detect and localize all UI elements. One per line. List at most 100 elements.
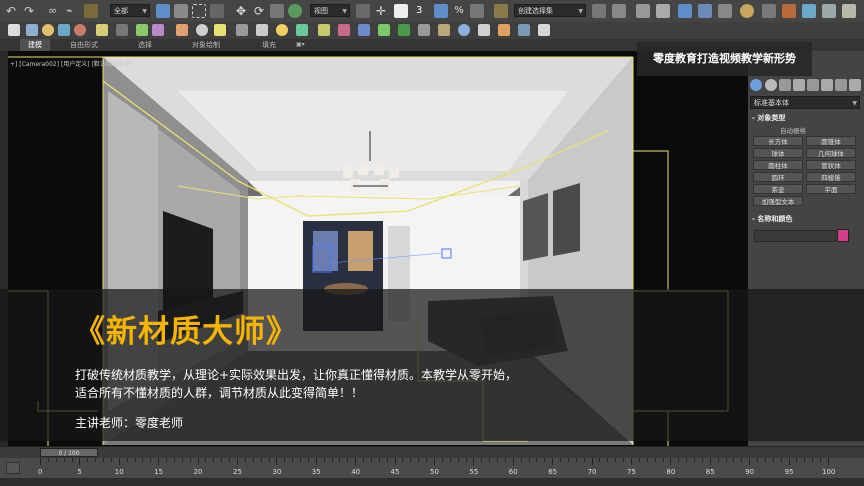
pyramid-button[interactable]: 四棱锥: [806, 172, 856, 182]
move-icon[interactable]: ✥: [234, 4, 248, 18]
camera-icon[interactable]: [116, 24, 128, 36]
object-category-dropdown[interactable]: 标准基本体 ▼: [750, 96, 860, 109]
patch-grid-icon[interactable]: [256, 24, 268, 36]
ribbon-toggle-icon[interactable]: [678, 4, 692, 18]
render-production-icon[interactable]: [802, 4, 816, 18]
create-object-icon[interactable]: [8, 24, 20, 36]
lights-icon[interactable]: [793, 79, 805, 91]
render-iterative-icon[interactable]: [822, 4, 836, 18]
select-object-icon[interactable]: [156, 4, 170, 18]
spinner-snap-icon[interactable]: [470, 4, 484, 18]
create-tab-icon[interactable]: [750, 79, 762, 91]
rotate-icon[interactable]: ⟳: [252, 4, 266, 18]
place-icon[interactable]: [288, 4, 302, 18]
dynamics-icon[interactable]: [296, 24, 308, 36]
plugin-icon[interactable]: [538, 24, 550, 36]
name-color-header[interactable]: - 名称和颜色: [752, 214, 792, 224]
window-crossing-icon[interactable]: [210, 4, 224, 18]
helper-icon[interactable]: [136, 24, 148, 36]
autogrid-checkbox[interactable]: 自动栅格: [780, 125, 806, 135]
reference-coordinate-dropdown[interactable]: 视图 ▼: [310, 4, 350, 17]
modifier-icon[interactable]: [176, 24, 188, 36]
tab-object-paint[interactable]: 对象绘制: [192, 39, 220, 51]
torus-primitive-icon[interactable]: [74, 24, 86, 36]
tab-modeling[interactable]: 建模: [20, 39, 50, 51]
scale-icon[interactable]: [270, 4, 284, 18]
render-sphere-icon[interactable]: [458, 24, 470, 36]
tube-button[interactable]: 管状体: [806, 160, 856, 170]
render-setup-icon[interactable]: [762, 4, 776, 18]
cameras-icon[interactable]: [807, 79, 819, 91]
geosphere-button[interactable]: 几何球体: [806, 148, 856, 158]
redo-icon[interactable]: ↷: [24, 4, 38, 18]
tab-populate[interactable]: 填充: [262, 39, 276, 51]
material-editor-icon[interactable]: [740, 4, 754, 18]
mirror-icon[interactable]: [592, 4, 606, 18]
select-manipulate-icon[interactable]: ✛: [374, 4, 388, 18]
sphere-button[interactable]: 球体: [753, 148, 803, 158]
railing-icon[interactable]: [418, 24, 430, 36]
object-color-swatch[interactable]: [837, 229, 849, 242]
object-type-header[interactable]: - 对象类型: [752, 113, 785, 123]
plane-button[interactable]: 平面: [806, 184, 856, 194]
geometry-icon[interactable]: [765, 79, 777, 91]
scene-explorer-icon[interactable]: [656, 4, 670, 18]
light-icon[interactable]: [96, 24, 108, 36]
stairs-icon[interactable]: [318, 24, 330, 36]
schematic-view-icon[interactable]: [718, 4, 732, 18]
wall-icon[interactable]: [438, 24, 450, 36]
bind-spacewarp-icon[interactable]: [84, 4, 98, 18]
angle-snap-icon[interactable]: [434, 4, 448, 18]
unlink-icon[interactable]: ⌁: [66, 4, 80, 18]
select-by-name-icon[interactable]: [174, 4, 188, 18]
environment-icon[interactable]: [478, 24, 490, 36]
spacewarps-icon[interactable]: [835, 79, 847, 91]
named-selection-dropdown[interactable]: 创建选择集 ▼: [514, 4, 586, 17]
percent-snap-icon[interactable]: %: [452, 4, 466, 18]
effects-icon[interactable]: [498, 24, 510, 36]
keyboard-shortcut-icon[interactable]: [394, 4, 408, 18]
align-icon[interactable]: [612, 4, 626, 18]
systems-icon[interactable]: [849, 79, 861, 91]
nurbs-icon[interactable]: [276, 24, 288, 36]
foliage-icon[interactable]: [398, 24, 410, 36]
spacewarp-icon[interactable]: [152, 24, 164, 36]
edit-named-selection-icon[interactable]: [494, 4, 508, 18]
link-icon[interactable]: ∞: [48, 4, 62, 18]
selection-filter-dropdown[interactable]: 全部 ▼: [110, 4, 150, 17]
ribbon-options-icon[interactable]: ▣▾: [296, 39, 305, 51]
trackbar-mini-curve-icon[interactable]: [6, 462, 20, 474]
particle-icon[interactable]: [236, 24, 248, 36]
curve-editor-icon[interactable]: [698, 4, 712, 18]
render-online-icon[interactable]: [842, 4, 856, 18]
object-name-input[interactable]: [754, 230, 836, 242]
shape-icon[interactable]: [196, 24, 208, 36]
rendered-frame-icon[interactable]: [782, 4, 796, 18]
viewport-label[interactable]: +] [Camera002] [用户定义] [默认明暗处理]: [10, 59, 132, 68]
track-bar[interactable]: 0 5 10 15 20 25 30 35 40 45 50 55 60 65 70 75 80 85 90 95 10…: [0, 458, 864, 478]
compound-icon[interactable]: [214, 24, 226, 36]
undo-icon[interactable]: ↶: [6, 4, 20, 18]
helpers-icon[interactable]: [821, 79, 833, 91]
tab-freeform[interactable]: 自由形式: [70, 39, 98, 51]
sphere-primitive-icon[interactable]: [42, 24, 54, 36]
torus-button[interactable]: 圆环: [753, 172, 803, 182]
cylinder-button[interactable]: 圆柱体: [753, 160, 803, 170]
snaps-toggle-icon[interactable]: 3: [416, 4, 430, 18]
teapot-button[interactable]: 茶壶: [753, 184, 803, 194]
selection-region-icon[interactable]: [192, 4, 206, 18]
box-primitive-icon[interactable]: [26, 24, 38, 36]
video-post-icon[interactable]: [518, 24, 530, 36]
text-plus-button[interactable]: 加强型文本: [753, 196, 803, 206]
pivot-center-icon[interactable]: [356, 4, 370, 18]
shapes-icon[interactable]: [779, 79, 791, 91]
door-icon[interactable]: [338, 24, 350, 36]
aec-icon[interactable]: [378, 24, 390, 36]
window-object-icon[interactable]: [358, 24, 370, 36]
layer-manager-icon[interactable]: [636, 4, 650, 18]
time-slider-thumb[interactable]: 0 / 100: [40, 448, 98, 457]
cone-button[interactable]: 圆锥体: [806, 136, 856, 146]
box-button[interactable]: 长方体: [753, 136, 803, 146]
tab-selection[interactable]: 选择: [138, 39, 152, 51]
cylinder-primitive-icon[interactable]: [58, 24, 70, 36]
